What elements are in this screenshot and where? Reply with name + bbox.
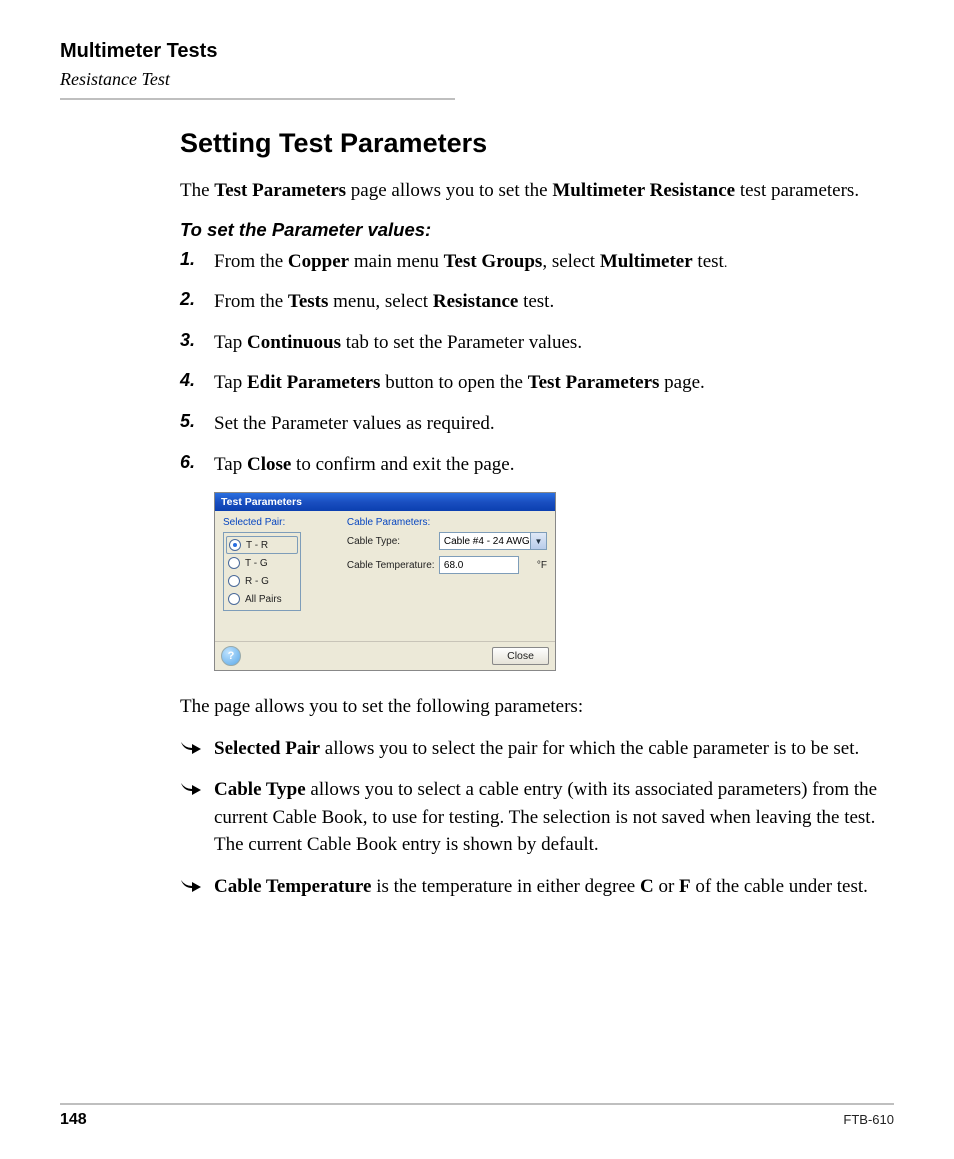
step-text: Tap Close to confirm and exit the page.: [214, 452, 514, 479]
subheading: To set the Parameter values:: [180, 219, 884, 241]
arrow-icon: [180, 735, 214, 763]
cable-type-label: Cable Type:: [347, 536, 439, 547]
cable-temperature-input[interactable]: 68.0: [439, 556, 519, 574]
step-text: Set the Parameter values as required.: [214, 411, 495, 438]
bullet-cable-type: Cable Type allows you to select a cable …: [180, 776, 884, 859]
intro-bold-test-parameters: Test Parameters: [214, 180, 346, 201]
step-number: 6.: [180, 452, 214, 479]
intro-pre: The: [180, 180, 214, 201]
intro-post: test parameters.: [735, 180, 859, 201]
selected-pair-box: T - R T - G R - G All Pairs: [223, 532, 301, 611]
bullet-selected-pair: Selected Pair allows you to select the p…: [180, 735, 884, 763]
cable-type-combo[interactable]: Cable #4 - 24 AWG ▼: [439, 532, 547, 550]
radio-t-r[interactable]: T - R: [226, 536, 298, 554]
step-number: 1.: [180, 249, 214, 276]
help-icon[interactable]: ?: [221, 646, 241, 666]
radio-r-g[interactable]: R - G: [226, 572, 298, 590]
arrow-icon: [180, 776, 214, 859]
step-item: 3. Tap Continuous tab to set the Paramet…: [180, 330, 884, 357]
radio-icon: [229, 539, 241, 551]
step-item: 2. From the Tests menu, select Resistanc…: [180, 289, 884, 316]
parameter-bullets: Selected Pair allows you to select the p…: [180, 735, 884, 901]
step-item: 5. Set the Parameter values as required.: [180, 411, 884, 438]
cable-temperature-label: Cable Temperature:: [347, 560, 439, 571]
radio-t-g[interactable]: T - G: [226, 554, 298, 572]
page-number: 148: [60, 1111, 87, 1129]
radio-icon: [228, 593, 240, 605]
step-item: 6. Tap Close to confirm and exit the pag…: [180, 452, 884, 479]
test-parameters-dialog: Test Parameters Selected Pair: T - R T -…: [214, 492, 556, 671]
page-footer: 148 FTB-610: [60, 1103, 894, 1129]
cable-parameters-label: Cable Parameters:: [347, 517, 547, 528]
page-heading: Setting Test Parameters: [180, 128, 884, 159]
step-number: 5.: [180, 411, 214, 438]
intro-mid: page allows you to set the: [346, 180, 552, 201]
step-number: 2.: [180, 289, 214, 316]
chapter-title: Multimeter Tests: [60, 40, 894, 63]
header-divider: [60, 98, 455, 100]
steps-list: 1. From the Copper main menu Test Groups…: [180, 249, 884, 479]
step-text: From the Tests menu, select Resistance t…: [214, 289, 554, 316]
close-button[interactable]: Close: [492, 647, 549, 665]
section-name: Resistance Test: [60, 69, 894, 90]
dialog-titlebar: Test Parameters: [215, 493, 555, 511]
cable-type-value: Cable #4 - 24 AWG: [444, 536, 530, 547]
intro-paragraph: The Test Parameters page allows you to s…: [180, 177, 884, 205]
cable-temperature-unit: °F: [537, 560, 547, 571]
intro-bold-multimeter-resistance: Multimeter Resistance: [552, 180, 735, 201]
step-text: From the Copper main menu Test Groups, s…: [214, 249, 727, 276]
step-item: 4. Tap Edit Parameters button to open th…: [180, 370, 884, 397]
radio-all-pairs[interactable]: All Pairs: [226, 590, 298, 608]
step-number: 3.: [180, 330, 214, 357]
chevron-down-icon: ▼: [530, 533, 546, 549]
step-text: Tap Continuous tab to set the Parameter …: [214, 330, 582, 357]
after-paragraph: The page allows you to set the following…: [180, 693, 884, 721]
step-item: 1. From the Copper main menu Test Groups…: [180, 249, 884, 276]
selected-pair-label: Selected Pair:: [223, 517, 341, 528]
radio-icon: [228, 557, 240, 569]
radio-icon: [228, 575, 240, 587]
bullet-cable-temperature: Cable Temperature is the temperature in …: [180, 873, 884, 901]
step-text: Tap Edit Parameters button to open the T…: [214, 370, 705, 397]
step-number: 4.: [180, 370, 214, 397]
doc-id: FTB-610: [843, 1112, 894, 1127]
arrow-icon: [180, 873, 214, 901]
